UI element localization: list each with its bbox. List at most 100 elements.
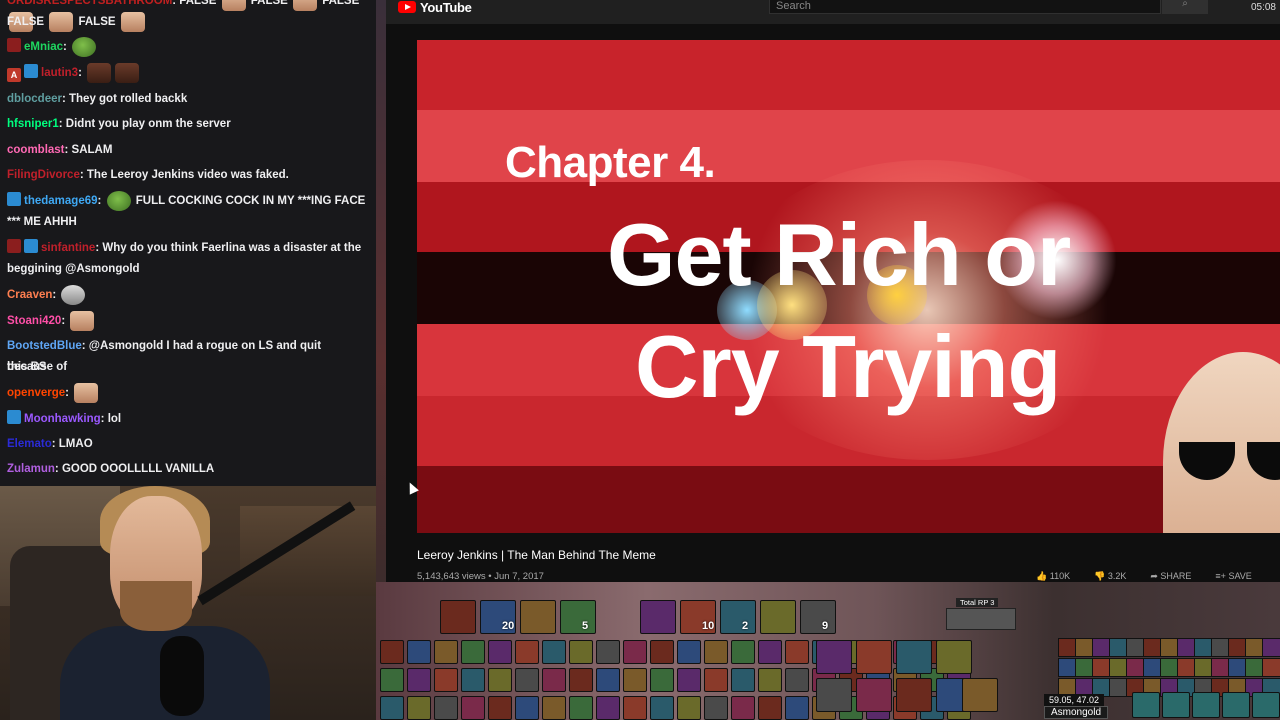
chat-username[interactable]: Craaven: [7, 289, 52, 301]
action-slot[interactable]: [1162, 692, 1190, 718]
action-slot[interactable]: [623, 640, 647, 664]
action-slot[interactable]: [440, 600, 476, 634]
action-slot[interactable]: [1262, 658, 1280, 677]
action-slot[interactable]: [461, 668, 485, 692]
action-slot[interactable]: [856, 678, 892, 712]
chat-username[interactable]: thedamage69: [24, 195, 98, 207]
action-slot[interactable]: [1132, 692, 1160, 718]
action-slot[interactable]: [569, 696, 593, 720]
action-slot[interactable]: [488, 668, 512, 692]
action-slot[interactable]: [623, 696, 647, 720]
chat-username[interactable]: openverge: [7, 387, 65, 399]
action-slot[interactable]: [731, 640, 755, 664]
chat-username[interactable]: BootstedBlue: [7, 340, 82, 352]
chat-username[interactable]: Moonhawking: [24, 413, 101, 425]
chat-username[interactable]: sinfantine: [41, 242, 95, 254]
action-slot[interactable]: [488, 696, 512, 720]
action-slot[interactable]: [758, 696, 782, 720]
action-slot[interactable]: [1222, 692, 1250, 718]
action-slot[interactable]: [380, 640, 404, 664]
action-slot[interactable]: [596, 668, 620, 692]
action-slot[interactable]: [407, 696, 431, 720]
action-slot[interactable]: [380, 668, 404, 692]
action-slot[interactable]: [596, 696, 620, 720]
search-button[interactable]: ⌕: [1162, 0, 1208, 14]
chat-username[interactable]: eMniac: [24, 41, 63, 53]
action-slot[interactable]: [520, 600, 556, 634]
action-slot[interactable]: [623, 668, 647, 692]
action-slot[interactable]: [704, 668, 728, 692]
action-slot[interactable]: [515, 640, 539, 664]
action-slot[interactable]: [407, 668, 431, 692]
action-slot[interactable]: [758, 640, 782, 664]
save-button[interactable]: ≡+ SAVE: [1215, 571, 1251, 582]
action-slot[interactable]: [758, 668, 782, 692]
action-slot[interactable]: [380, 696, 404, 720]
action-slot[interactable]: [515, 696, 539, 720]
action-slot[interactable]: [677, 668, 701, 692]
action-slot[interactable]: [704, 696, 728, 720]
action-slot[interactable]: [596, 640, 620, 664]
action-slot[interactable]: [731, 668, 755, 692]
action-slot[interactable]: [760, 600, 796, 634]
chat-username[interactable]: hfsniper1: [7, 118, 59, 130]
video-player[interactable]: Chapter 4. Get Rich or Cry Trying: [417, 40, 1280, 533]
action-slot[interactable]: [1192, 692, 1220, 718]
action-slot[interactable]: [677, 640, 701, 664]
action-slot-count: 2: [742, 620, 749, 632]
dislike-button[interactable]: 👎 3.2K: [1094, 571, 1126, 582]
action-slot[interactable]: [515, 668, 539, 692]
action-slot[interactable]: [785, 696, 809, 720]
action-slot[interactable]: [640, 600, 676, 634]
action-slot[interactable]: [936, 640, 972, 674]
action-slot[interactable]: [896, 640, 932, 674]
action-slot[interactable]: [434, 696, 458, 720]
chat-username[interactable]: lautin3: [41, 67, 78, 79]
action-slot[interactable]: [569, 640, 593, 664]
crown-badge-icon: [24, 64, 38, 79]
action-slot[interactable]: [650, 668, 674, 692]
chat-username[interactable]: Elemato: [7, 438, 52, 450]
action-slot[interactable]: [434, 640, 458, 664]
action-slot[interactable]: [800, 600, 836, 634]
emote: [221, 0, 246, 11]
like-count: 110K: [1049, 571, 1071, 581]
action-slot[interactable]: [720, 600, 756, 634]
action-slot[interactable]: [407, 640, 431, 664]
action-slot[interactable]: [650, 640, 674, 664]
action-slot[interactable]: [677, 696, 701, 720]
action-slot[interactable]: [1262, 638, 1280, 657]
chat-username[interactable]: Zulamun: [7, 463, 55, 475]
action-slot[interactable]: [1252, 692, 1280, 718]
action-slot[interactable]: [461, 696, 485, 720]
emote: [115, 63, 140, 83]
action-slot[interactable]: [816, 640, 852, 674]
action-slot[interactable]: [488, 640, 512, 664]
action-slot[interactable]: [542, 696, 566, 720]
like-button[interactable]: 👍 110K: [1036, 571, 1070, 582]
youtube-logo[interactable]: YouTube: [398, 0, 472, 16]
action-slot[interactable]: [542, 640, 566, 664]
search-input[interactable]: Search: [769, 0, 1161, 14]
action-slot[interactable]: [542, 668, 566, 692]
action-slot[interactable]: [785, 668, 809, 692]
action-slot[interactable]: [896, 678, 932, 712]
action-slot[interactable]: [461, 640, 485, 664]
chat-username[interactable]: Stoani420: [7, 315, 61, 327]
chat-username[interactable]: FilingDivorce: [7, 169, 80, 181]
action-slot[interactable]: [962, 678, 998, 712]
action-slot[interactable]: [650, 696, 674, 720]
chat-username[interactable]: dblocdeer: [7, 93, 62, 105]
chat-username[interactable]: coomblast: [7, 144, 65, 156]
share-button[interactable]: ➦ SHARE: [1150, 571, 1191, 582]
action-slot[interactable]: [856, 640, 892, 674]
action-slot[interactable]: [560, 600, 596, 634]
action-slot[interactable]: [704, 640, 728, 664]
action-slot[interactable]: [731, 696, 755, 720]
action-slot[interactable]: [434, 668, 458, 692]
action-slot[interactable]: [816, 678, 852, 712]
chat-message-continued: FALSE FALSE: [7, 12, 367, 33]
action-slot[interactable]: [569, 668, 593, 692]
action-slot[interactable]: [785, 640, 809, 664]
chat-message: Stoani420:: [7, 311, 367, 332]
